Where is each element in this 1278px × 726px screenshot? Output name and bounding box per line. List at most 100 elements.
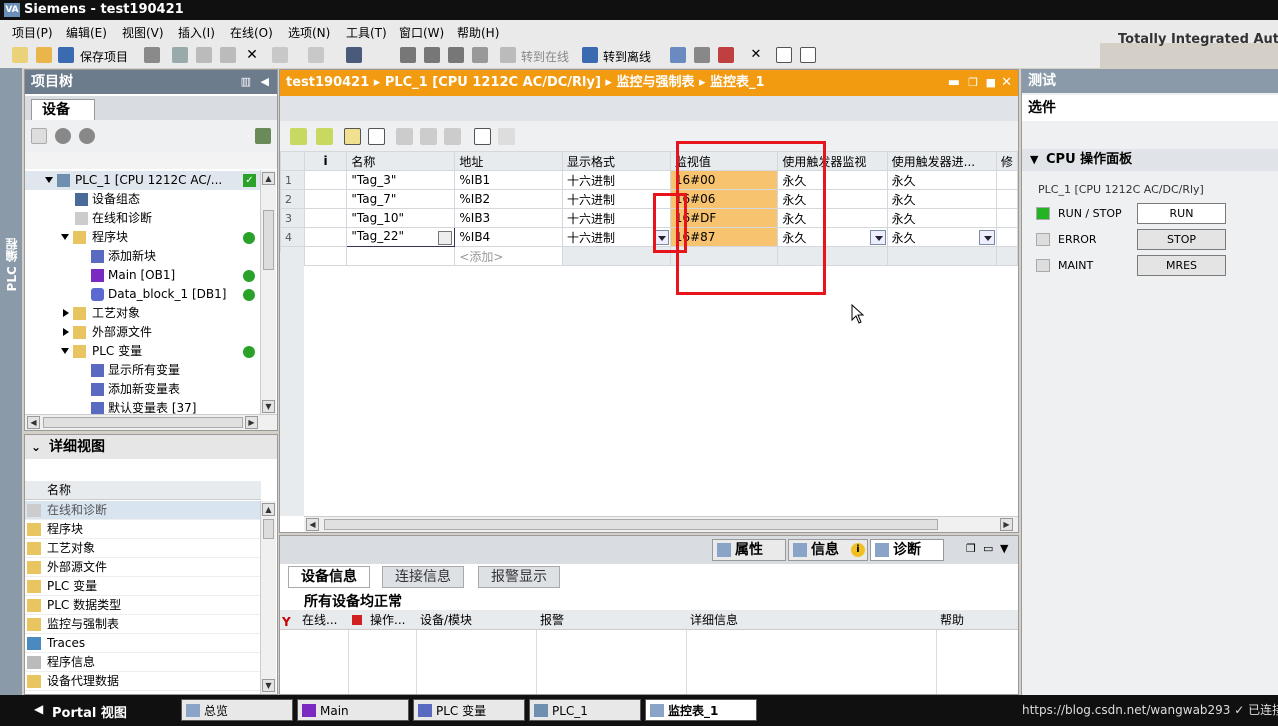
go-offline-button[interactable]: 转到离线 bbox=[603, 48, 651, 65]
copy-icon[interactable] bbox=[196, 47, 212, 63]
detail-item-plc-tags[interactable]: PLC 变量 bbox=[25, 577, 261, 596]
trigger-modify-cell[interactable]: 永久 bbox=[886, 170, 997, 190]
col-header-alarm[interactable]: 报警 bbox=[540, 610, 564, 630]
table-row[interactable]: 1 "Tag_3" %IB1 十六进制 16#00 永久 永久 bbox=[280, 170, 1019, 190]
detail-vertical-scrollbar[interactable]: ▲ ▼ bbox=[260, 501, 276, 694]
col-header-info[interactable]: i bbox=[303, 151, 348, 171]
menu-insert[interactable]: 插入(I) bbox=[178, 24, 215, 41]
name-cell[interactable] bbox=[346, 246, 456, 266]
modify-cell[interactable] bbox=[995, 189, 1019, 209]
menu-window[interactable]: 窗口(W) bbox=[399, 24, 444, 41]
forward-icon[interactable] bbox=[79, 128, 95, 144]
scroll-down-icon[interactable]: ▼ bbox=[262, 400, 275, 413]
monitor-all-icon[interactable] bbox=[474, 128, 491, 145]
task-plc-tags[interactable]: PLC 变量 bbox=[413, 699, 525, 721]
detail-item-device-proxy[interactable]: 设备代理数据 bbox=[25, 672, 261, 691]
info-cell[interactable] bbox=[303, 189, 348, 209]
col-header-modify[interactable]: 修 bbox=[995, 151, 1019, 171]
address-cell[interactable]: %IB4 bbox=[454, 227, 564, 247]
portal-arrow-icon[interactable]: ◀ bbox=[34, 702, 43, 716]
col-header-help[interactable]: 帮助 bbox=[940, 610, 964, 630]
unforce-icon[interactable] bbox=[420, 128, 437, 145]
info-cell[interactable] bbox=[303, 170, 348, 190]
tab-devices[interactable]: 设备 bbox=[31, 99, 95, 120]
scroll-up-icon[interactable]: ▲ bbox=[262, 503, 275, 516]
tree-item-data-block[interactable]: Data_block_1 [DB1] bbox=[25, 285, 261, 304]
trigger-modify-cell[interactable]: 永久 bbox=[886, 227, 997, 247]
menu-edit[interactable]: 编辑(E) bbox=[66, 24, 107, 41]
simulation-icon[interactable] bbox=[448, 47, 464, 63]
table-row-selected[interactable]: 4 "Tag_22" %IB4 十六进制 16#87 永久 永久 bbox=[280, 227, 1019, 247]
col-header-trigger-modify[interactable]: 使用触发器进... bbox=[886, 151, 997, 171]
portal-view-button[interactable]: Portal 视图 bbox=[52, 702, 127, 721]
trigger-dropdown-icon[interactable] bbox=[869, 229, 886, 245]
address-cell[interactable]: %IB1 bbox=[454, 170, 564, 190]
tree-item-external-sources[interactable]: 外部源文件 bbox=[25, 323, 261, 342]
stop-button[interactable]: STOP bbox=[1137, 229, 1226, 250]
save-icon[interactable] bbox=[58, 47, 74, 63]
paste-icon[interactable] bbox=[220, 47, 236, 63]
scroll-thumb[interactable] bbox=[263, 210, 274, 270]
tree-item-add-tag-table[interactable]: 添加新变量表 bbox=[25, 380, 261, 399]
detail-item-program-info[interactable]: 程序信息 bbox=[25, 653, 261, 672]
col-header-name[interactable]: 名称 bbox=[346, 151, 456, 171]
tree-item-show-all-tags[interactable]: 显示所有变量 bbox=[25, 361, 261, 380]
col-header-device-module[interactable]: 设备/模块 bbox=[420, 610, 472, 630]
float-icon[interactable]: ❐ bbox=[968, 70, 978, 96]
detail-item-tech-objects[interactable]: 工艺对象 bbox=[25, 539, 261, 558]
scroll-up-icon[interactable]: ▲ bbox=[262, 172, 275, 185]
scroll-right-icon[interactable]: ▶ bbox=[1000, 518, 1013, 531]
name-cell[interactable]: "Tag_10" bbox=[346, 208, 456, 228]
task-watch-table[interactable]: 监控表_1 bbox=[645, 699, 757, 721]
cpu-panel-header[interactable]: ▼ CPU 操作面板 bbox=[1022, 149, 1278, 171]
go-offline-icon[interactable] bbox=[582, 47, 598, 63]
go-online-button[interactable]: 转到在线 bbox=[521, 48, 569, 65]
subtab-alarm-display[interactable]: 报警显示 bbox=[478, 566, 560, 588]
address-cell[interactable]: %IB2 bbox=[454, 189, 564, 209]
table-row[interactable]: 2 "Tag_7" %IB2 十六进制 16#06 永久 永久 bbox=[280, 189, 1019, 209]
breadcrumb-text[interactable]: test190421 ▸ PLC_1 [CPU 1212C AC/DC/Rly]… bbox=[286, 75, 765, 90]
detail-item-external-sources[interactable]: 外部源文件 bbox=[25, 558, 261, 577]
name-cell[interactable]: "Tag_7" bbox=[346, 189, 456, 209]
detail-column-header[interactable]: 名称 bbox=[25, 481, 261, 500]
expand-icon[interactable] bbox=[61, 348, 69, 354]
detail-item-program-blocks[interactable]: 程序块 bbox=[25, 520, 261, 539]
tree-item-main-ob1[interactable]: Main [OB1] bbox=[25, 266, 261, 285]
run-button[interactable]: RUN bbox=[1137, 203, 1226, 224]
split-horizontal-icon[interactable] bbox=[776, 47, 792, 63]
detail-item-watch-tables[interactable]: 监控与强制表 bbox=[25, 615, 261, 634]
scroll-left-icon[interactable]: ◀ bbox=[27, 416, 40, 429]
scroll-thumb[interactable] bbox=[263, 519, 274, 539]
undo-icon[interactable] bbox=[272, 47, 288, 63]
modify-cell[interactable] bbox=[995, 227, 1019, 247]
modify-now-icon[interactable] bbox=[344, 128, 361, 145]
tree-item-online-diag[interactable]: 在线和诊断 bbox=[25, 209, 261, 228]
tree-item-tech-objects[interactable]: 工艺对象 bbox=[25, 304, 261, 323]
plc-programming-tab[interactable]: PLC 编程 bbox=[3, 238, 20, 291]
insert-row-icon[interactable] bbox=[290, 128, 307, 145]
trigger-dropdown-icon[interactable] bbox=[978, 229, 995, 245]
accessible-devices-icon[interactable] bbox=[670, 47, 686, 63]
go-online-icon[interactable] bbox=[500, 47, 516, 63]
tab-diagnostics[interactable]: 诊断 bbox=[870, 539, 944, 561]
detail-item-traces[interactable]: Traces bbox=[25, 634, 261, 653]
chevron-down-icon[interactable]: ▼ bbox=[1030, 149, 1038, 171]
col-header-details[interactable]: 详细信息 bbox=[690, 610, 738, 630]
scroll-left-icon[interactable]: ◀ bbox=[306, 518, 319, 531]
trigger-modify-cell[interactable]: 永久 bbox=[886, 189, 997, 209]
force-icon[interactable] bbox=[396, 128, 413, 145]
scroll-thumb[interactable] bbox=[43, 417, 243, 428]
show-all-modify-icon[interactable] bbox=[444, 128, 461, 145]
minimize-icon[interactable]: ▬ bbox=[948, 70, 960, 96]
save-project-button[interactable]: 保存项目 bbox=[80, 48, 128, 65]
download-icon[interactable] bbox=[400, 47, 416, 63]
back-icon[interactable] bbox=[55, 128, 71, 144]
stop-cpu-icon[interactable] bbox=[718, 47, 734, 63]
address-cell[interactable]: %IB3 bbox=[454, 208, 564, 228]
tree-item-plc1[interactable]: PLC_1 [CPU 1212C AC/... ✓ bbox=[25, 171, 261, 190]
detail-item-plc-datatypes[interactable]: PLC 数据类型 bbox=[25, 596, 261, 615]
name-value[interactable]: "Tag_22" bbox=[351, 229, 404, 243]
menu-options[interactable]: 选项(N) bbox=[288, 24, 330, 41]
trigger-modify-cell[interactable]: 永久 bbox=[886, 208, 997, 228]
info-cell[interactable] bbox=[303, 208, 348, 228]
